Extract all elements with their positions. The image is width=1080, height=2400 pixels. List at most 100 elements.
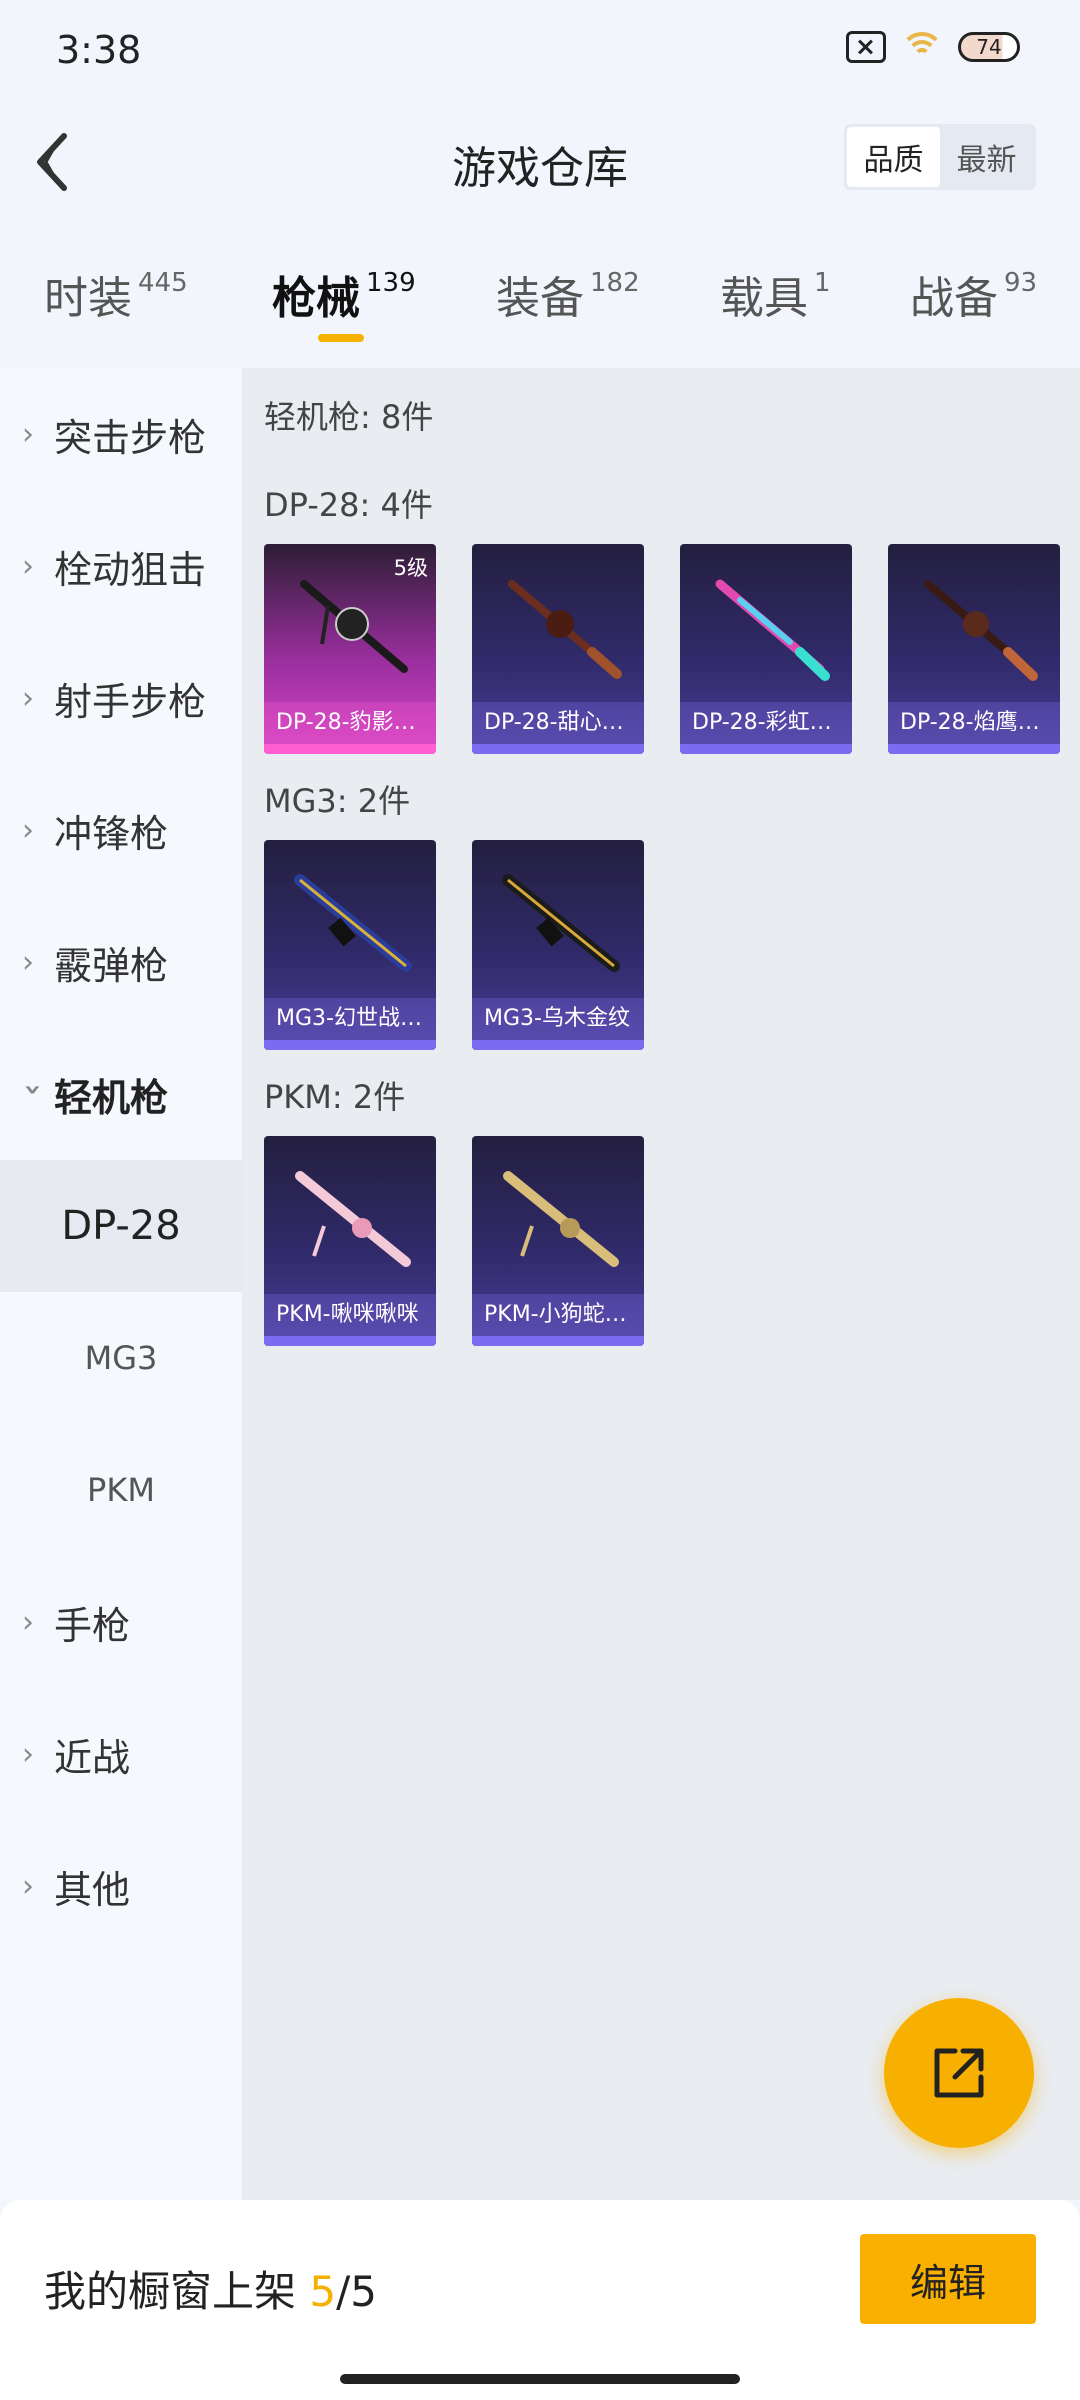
rarity-strip: [472, 744, 644, 754]
chevron-right-icon: ›: [22, 416, 34, 452]
edit-button[interactable]: 编辑: [860, 2234, 1036, 2324]
sort-quality-button[interactable]: 品质: [847, 127, 940, 187]
lmg-icon: [924, 580, 1038, 681]
sidebar-item-shotgun[interactable]: › 霰弹枪: [0, 896, 242, 1028]
item-name: DP-28-甜心…: [472, 702, 644, 744]
header: 游戏仓库 品质 最新: [0, 100, 1080, 220]
sidebar-sub-pkm[interactable]: PKM: [0, 1424, 242, 1556]
showcase-label: 我的橱窗上架: [44, 2267, 297, 2316]
sidebar-item-other[interactable]: › 其他: [0, 1820, 242, 1952]
item-card[interactable]: MG3-乌木金纹: [472, 840, 644, 1050]
item-name: DP-28-豹影…: [264, 702, 436, 744]
rarity-strip: [472, 1040, 644, 1050]
sort-toggle: 品质 最新: [844, 124, 1036, 190]
tab-supplies[interactable]: 战备 93: [910, 262, 1037, 326]
status-time: 3:38: [56, 28, 142, 72]
group-title-mg3: MG3: 2件: [264, 782, 411, 820]
sidebar-item-assault-rifle[interactable]: › 突击步枪: [0, 368, 242, 500]
item-grid-panel: 轻机枪: 8件 DP-28: 4件 5级 DP-28-豹影… DP-28-甜心……: [242, 368, 1080, 2200]
rarity-strip: [264, 1336, 436, 1346]
rarity-strip: [472, 1336, 644, 1346]
tab-label: 战备: [910, 273, 998, 324]
sidebar-item-label: 其他: [54, 1867, 131, 1912]
tab-equipment[interactable]: 装备 182: [496, 262, 640, 326]
wifi-icon: [900, 30, 944, 64]
chevron-down-icon: ›: [15, 1083, 51, 1096]
item-name: PKM-啾咪啾咪: [264, 1294, 436, 1336]
lmg-icon: [715, 579, 830, 681]
rarity-strip: [888, 744, 1060, 754]
tab-count: 139: [366, 268, 416, 298]
tab-count: 182: [590, 268, 640, 298]
chevron-right-icon: ›: [22, 1604, 34, 1640]
chevron-right-icon: ›: [22, 548, 34, 584]
sidebar-item-label: 栓动狙击: [54, 547, 207, 592]
item-card[interactable]: PKM-小狗蛇…: [472, 1136, 644, 1346]
tab-label: 枪械: [272, 273, 360, 324]
sidebar-item-label: 霰弹枪: [54, 943, 169, 988]
lmg-icon: [502, 874, 620, 972]
share-icon: [934, 2048, 984, 2098]
sidebar-item-label: 冲锋枪: [54, 811, 169, 856]
chevron-right-icon: ›: [22, 944, 34, 980]
tab-vehicles[interactable]: 载具 1: [720, 262, 831, 326]
battery-icon: 74: [958, 32, 1020, 62]
item-name: DP-28-彩虹…: [680, 702, 852, 744]
status-icons: 74: [846, 30, 1020, 64]
showcase-current-count: 5: [309, 2267, 337, 2316]
sidebar-item-lmg[interactable]: › 轻机枪: [0, 1028, 242, 1160]
chevron-right-icon: ›: [22, 812, 34, 848]
item-card[interactable]: 5级 DP-28-豹影…: [264, 544, 436, 754]
item-card[interactable]: MG3-幻世战…: [264, 840, 436, 1050]
tab-label: 时装: [44, 273, 132, 324]
sidebar-item-smg[interactable]: › 冲锋枪: [0, 764, 242, 896]
item-card[interactable]: DP-28-焰鹰…: [888, 544, 1060, 754]
item-name: PKM-小狗蛇…: [472, 1294, 644, 1336]
showcase-status: 我的橱窗上架 5/5: [44, 2258, 377, 2319]
home-indicator[interactable]: [340, 2374, 740, 2384]
sidebar-item-label: 手枪: [54, 1603, 131, 1648]
lmg-icon: [295, 1171, 411, 1267]
tab-count: 93: [1004, 268, 1038, 298]
share-button[interactable]: [884, 1998, 1034, 2148]
sidebar-item-bolt-sniper[interactable]: › 栓动狙击: [0, 500, 242, 632]
tab-firearms[interactable]: 枪械 139: [272, 262, 416, 326]
sort-latest-button[interactable]: 最新: [940, 127, 1033, 187]
rarity-strip: [264, 744, 436, 754]
rarity-strip: [264, 1040, 436, 1050]
tab-label: 载具: [720, 273, 808, 324]
sidebar-item-melee[interactable]: › 近战: [0, 1688, 242, 1820]
tab-count: 445: [138, 268, 188, 298]
tab-count: 1: [814, 268, 831, 298]
item-name: DP-28-焰鹰…: [888, 702, 1060, 744]
sidebar-item-marksman-rifle[interactable]: › 射手步枪: [0, 632, 242, 764]
battery-level: 74: [976, 35, 1002, 59]
item-card[interactable]: DP-28-彩虹…: [680, 544, 852, 754]
chevron-right-icon: ›: [22, 1736, 34, 1772]
lmg-icon: [508, 580, 622, 679]
tab-label: 装备: [496, 273, 584, 324]
lmg-icon: [503, 1171, 619, 1267]
sidebar-sub-mg3[interactable]: MG3: [0, 1292, 242, 1424]
group-title-dp28: DP-28: 4件: [264, 486, 433, 524]
chevron-right-icon: ›: [22, 680, 34, 716]
item-name: MG3-乌木金纹: [472, 998, 644, 1040]
sidebar-item-label: 近战: [54, 1735, 131, 1780]
active-tab-indicator: [318, 334, 364, 342]
item-name: MG3-幻世战…: [264, 998, 436, 1040]
sidebar-item-label: 轻机枪: [54, 1075, 169, 1120]
sidebar-sub-dp28[interactable]: DP-28: [0, 1160, 242, 1292]
rarity-strip: [680, 744, 852, 754]
item-card[interactable]: DP-28-甜心…: [472, 544, 644, 754]
status-bar: 3:38 74: [0, 0, 1080, 100]
showcase-total-count: /5: [336, 2267, 377, 2316]
sidebar: › 突击步枪 › 栓动狙击 › 射手步枪 › 冲锋枪 › 霰弹枪 › 轻机枪 D…: [0, 368, 242, 2200]
category-summary: 轻机枪: 8件: [264, 398, 434, 436]
showcase-bar: 我的橱窗上架 5/5 编辑: [0, 2200, 1080, 2400]
sidebar-item-label: 射手步枪: [54, 679, 207, 724]
group-title-pkm: PKM: 2件: [264, 1078, 406, 1116]
sidebar-item-pistol[interactable]: › 手枪: [0, 1556, 242, 1688]
tab-fashion[interactable]: 时装 445: [44, 262, 188, 326]
item-card[interactable]: PKM-啾咪啾咪: [264, 1136, 436, 1346]
sidebar-item-label: 突击步枪: [54, 415, 207, 460]
